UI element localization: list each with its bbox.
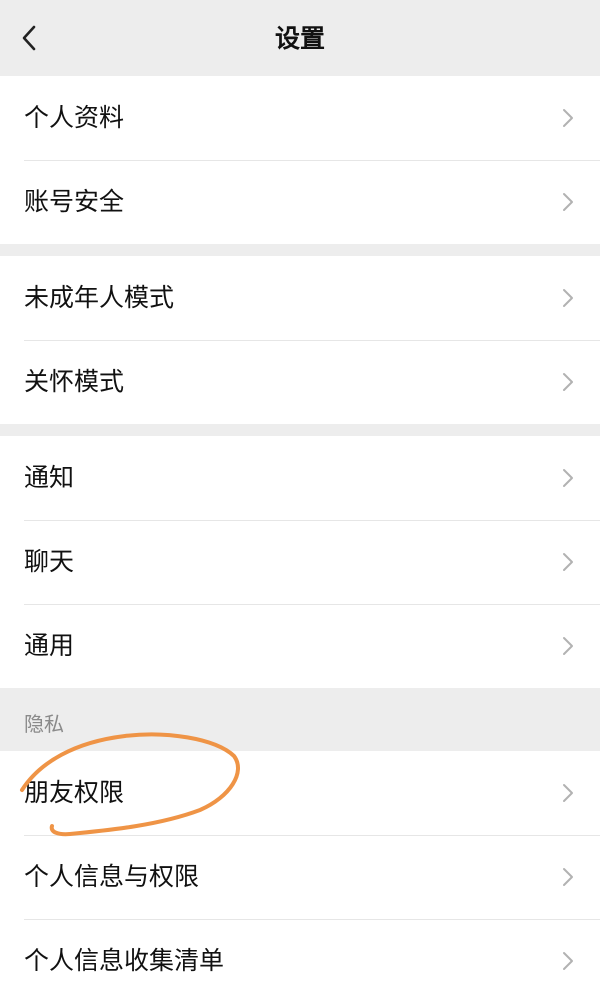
settings-item-personal-info-collection-list[interactable]: 个人信息收集清单 <box>0 919 600 1003</box>
settings-item-notifications[interactable]: 通知 <box>0 436 600 520</box>
settings-item-care-mode[interactable]: 关怀模式 <box>0 340 600 424</box>
settings-item-label: 个人信息收集清单 <box>24 946 225 975</box>
settings-group-account: 个人资料 账号安全 <box>0 76 600 244</box>
settings-item-label: 账号安全 <box>24 187 125 216</box>
chevron-right-icon <box>563 469 573 487</box>
settings-item-personal-info-permissions[interactable]: 个人信息与权限 <box>0 835 600 919</box>
settings-item-label: 通用 <box>24 631 75 660</box>
settings-group-modes: 未成年人模式 关怀模式 <box>0 256 600 424</box>
chevron-right-icon <box>563 553 573 571</box>
settings-item-chat[interactable]: 聊天 <box>0 520 600 604</box>
chevron-right-icon <box>563 109 573 127</box>
chevron-right-icon <box>563 637 573 655</box>
settings-item-label: 朋友权限 <box>24 778 125 807</box>
settings-group-general: 通知 聊天 通用 <box>0 436 600 688</box>
settings-item-label: 关怀模式 <box>24 367 125 396</box>
settings-group-privacy: 朋友权限 个人信息与权限 个人信息收集清单 <box>0 751 600 1003</box>
settings-item-profile[interactable]: 个人资料 <box>0 76 600 160</box>
settings-item-label: 个人资料 <box>24 103 125 132</box>
chevron-right-icon <box>563 952 573 970</box>
chevron-right-icon <box>563 193 573 211</box>
settings-item-minor-mode[interactable]: 未成年人模式 <box>0 256 600 340</box>
chevron-right-icon <box>563 373 573 391</box>
chevron-right-icon <box>563 784 573 802</box>
chevron-right-icon <box>563 868 573 886</box>
section-header-privacy: 隐私 <box>24 712 64 736</box>
settings-item-label: 通知 <box>24 463 75 492</box>
page-title: 设置 <box>274 24 325 53</box>
settings-item-account-security[interactable]: 账号安全 <box>0 160 600 244</box>
settings-item-label: 个人信息与权限 <box>24 862 200 891</box>
settings-item-label: 未成年人模式 <box>24 283 175 312</box>
nav-bar: 设置 <box>0 0 600 76</box>
settings-item-friend-permissions[interactable]: 朋友权限 <box>0 751 600 835</box>
chevron-right-icon <box>563 289 573 307</box>
settings-item-label: 聊天 <box>24 547 75 576</box>
settings-item-general[interactable]: 通用 <box>0 604 600 688</box>
